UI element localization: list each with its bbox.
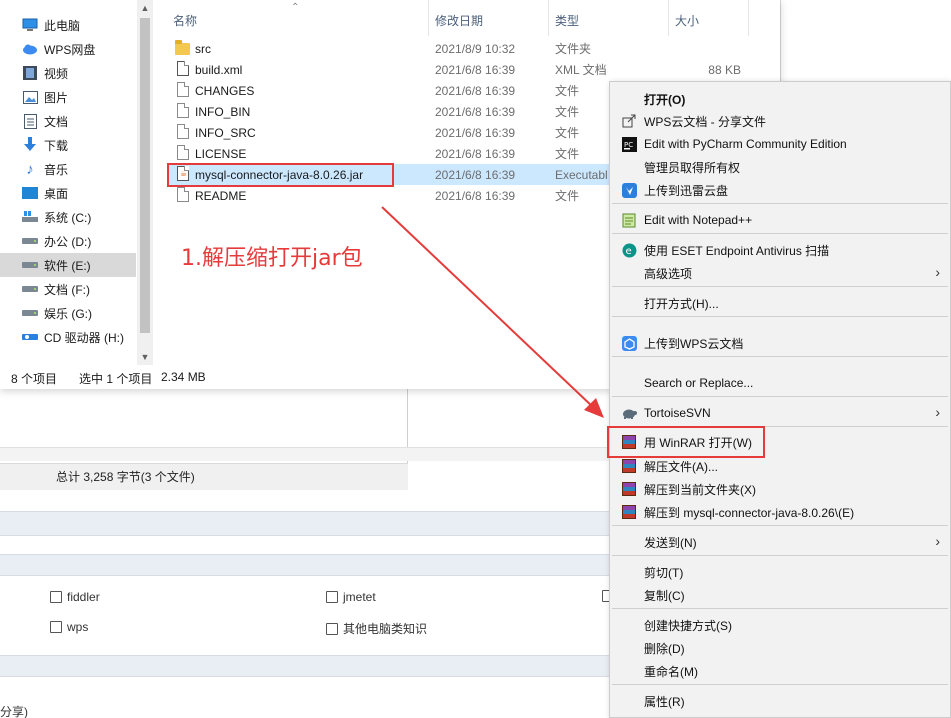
svg-text:PC: PC	[624, 141, 633, 149]
menu-item-thunder-cloud[interactable]: 上传到迅雷云盘	[610, 179, 950, 201]
menu-item-copy[interactable]: 复制(C)	[610, 584, 950, 606]
menu-item-open[interactable]: 打开(O)	[610, 88, 950, 110]
eset-icon: e	[621, 242, 637, 258]
chevron-right-icon: ›	[935, 404, 940, 420]
menu-separator	[612, 608, 948, 609]
menu-separator	[612, 555, 948, 556]
menu-item-delete[interactable]: 删除(D)	[610, 637, 950, 659]
thunder-icon	[621, 182, 637, 198]
menu-item-send-to[interactable]: 发送到(N) ›	[610, 531, 950, 553]
winrar-icon	[621, 481, 637, 497]
menu-item-take-ownership[interactable]: 管理员取得所有权	[610, 156, 950, 178]
chevron-right-icon: ›	[935, 533, 940, 549]
menu-item-open-with[interactable]: 打开方式(H)...	[610, 292, 950, 314]
menu-item-extract-to-folder[interactable]: 解压到 mysql-connector-java-8.0.26\(E)	[610, 501, 950, 523]
menu-separator	[612, 356, 948, 357]
chevron-right-icon: ›	[935, 264, 940, 280]
menu-item-eset-scan[interactable]: e 使用 ESET Endpoint Antivirus 扫描	[610, 239, 950, 261]
menu-item-rename[interactable]: 重命名(M)	[610, 660, 950, 682]
menu-item-notepadpp[interactable]: Edit with Notepad++	[610, 209, 950, 231]
menu-item-wps-share[interactable]: WPS云文档 - 分享文件	[610, 110, 950, 132]
menu-item-search-replace[interactable]: Search or Replace...	[610, 372, 950, 394]
menu-separator	[612, 286, 948, 287]
pycharm-icon: PC	[621, 136, 637, 152]
winrar-icon	[621, 458, 637, 474]
menu-separator	[612, 525, 948, 526]
menu-item-extract-here[interactable]: 解压到当前文件夹(X)	[610, 478, 950, 500]
notepad-icon	[621, 212, 637, 228]
menu-item-tortoise-svn[interactable]: TortoiseSVN ›	[610, 402, 950, 424]
menu-item-advanced-options[interactable]: 高级选项 ›	[610, 262, 950, 284]
context-menu: 打开(O) WPS云文档 - 分享文件 PC Edit with PyCharm…	[609, 81, 951, 718]
menu-item-edit-pycharm[interactable]: PC Edit with PyCharm Community Edition	[610, 133, 950, 155]
menu-separator	[612, 203, 948, 204]
wps-cloud-icon	[621, 335, 637, 351]
menu-item-create-shortcut[interactable]: 创建快捷方式(S)	[610, 614, 950, 636]
tortoise-svn-icon	[621, 405, 637, 421]
svg-text:e: e	[625, 246, 631, 257]
menu-item-extract-files[interactable]: 解压文件(A)...	[610, 455, 950, 477]
menu-item-cut[interactable]: 剪切(T)	[610, 561, 950, 583]
menu-separator	[612, 684, 948, 685]
menu-separator	[612, 233, 948, 234]
winrar-item-highlight	[607, 426, 765, 458]
share-icon	[621, 113, 637, 129]
menu-separator	[612, 316, 948, 317]
menu-item-properties[interactable]: 属性(R)	[610, 690, 950, 712]
menu-separator	[612, 396, 948, 397]
winrar-icon	[621, 504, 637, 520]
menu-item-upload-wps-cloud[interactable]: 上传到WPS云文档	[610, 332, 950, 354]
